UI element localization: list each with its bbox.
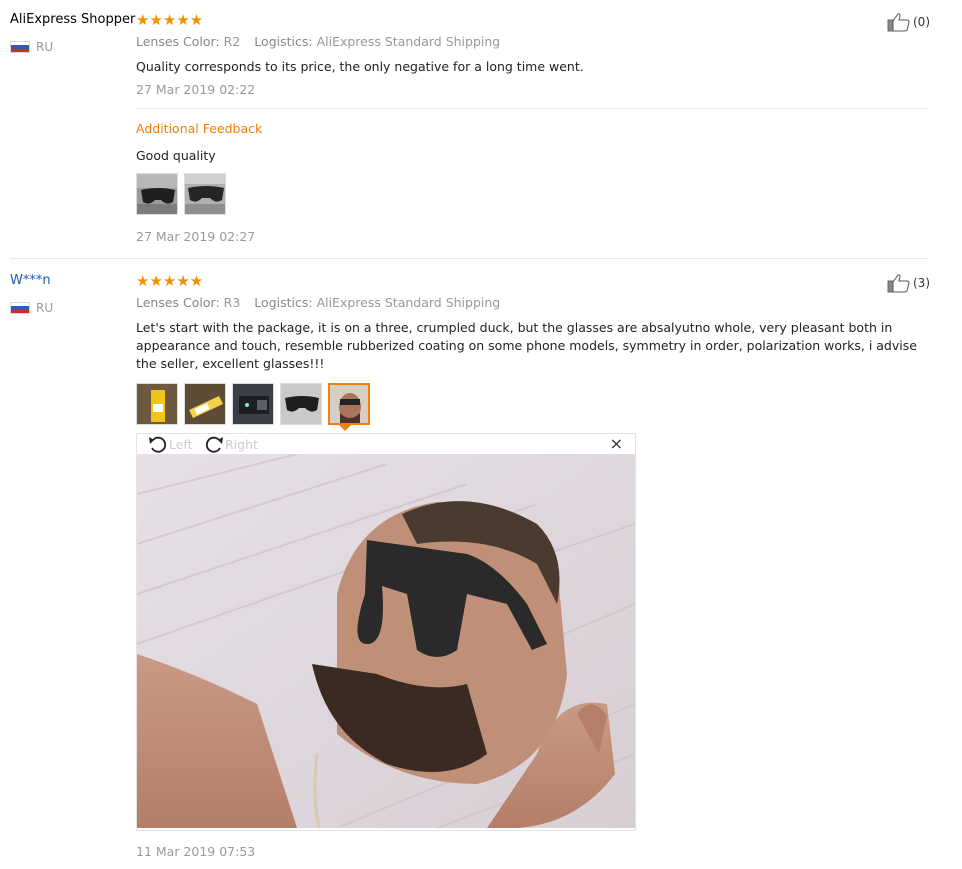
review-text: Let's start with the package, it is on a… [136, 320, 917, 371]
star-rating: ★★★★★ [136, 272, 204, 290]
lenses-value: R2 [223, 34, 241, 49]
review-photo-thumbnail[interactable] [184, 173, 226, 215]
logistics-value: AliExpress Standard Shipping [316, 295, 501, 310]
additional-feedback-text: Good quality [136, 148, 216, 163]
additional-photos [136, 173, 928, 215]
helpful-button[interactable]: (3) [887, 273, 930, 293]
reviewer-name: AliExpress Shopper [10, 12, 136, 27]
lenses-label: Lenses Color: [136, 34, 220, 49]
divider [136, 108, 928, 109]
rotate-right-label: Right [225, 436, 258, 452]
review-text: Quality corresponds to its price, the on… [136, 59, 584, 74]
helpful-count: (3) [913, 276, 930, 290]
star-rating: ★★★★★ [136, 11, 204, 29]
review-content: ★★★★★ Lenses Color: R3 Logistics: AliExp… [136, 273, 928, 425]
image-viewer: Left Right × [136, 433, 636, 831]
helpful-count: (0) [913, 15, 930, 29]
active-thumbnail-pointer [339, 425, 351, 431]
russia-flag-icon [10, 302, 30, 314]
review-photo-thumbnail-active[interactable] [328, 383, 370, 425]
review-photo-large [137, 454, 635, 828]
additional-feedback-date: 27 Mar 2019 02:27 [136, 229, 256, 244]
review-photo-thumbnail[interactable] [280, 383, 322, 425]
logistics-value: AliExpress Standard Shipping [316, 34, 501, 49]
reviewer-country: RU [10, 301, 135, 315]
review-date: 11 Mar 2019 07:53 [136, 844, 256, 859]
review-photo-thumbnail[interactable] [136, 383, 178, 425]
reviewer-info: W***n RU [10, 273, 135, 315]
logistics-label: Logistics: [254, 295, 313, 310]
reviewer-info: AliExpress Shopper RU [10, 12, 135, 54]
reviewer-country: RU [10, 40, 135, 54]
rotate-right-button[interactable]: Right [203, 435, 258, 453]
reviewer-name[interactable]: W***n [10, 273, 135, 289]
review-photo-thumbnail[interactable] [136, 173, 178, 215]
review-content: ★★★★★ Lenses Color: R2 Logistics: AliExp… [136, 12, 928, 245]
helpful-button[interactable]: (0) [887, 12, 930, 32]
russia-flag-icon [10, 41, 30, 53]
review-attributes: Lenses Color: R3 Logistics: AliExpress S… [136, 295, 928, 311]
thumbs-up-icon [887, 13, 910, 32]
additional-feedback-label: Additional Feedback [136, 121, 263, 136]
rotate-left-label: Left [169, 436, 193, 452]
rotate-right-icon [205, 436, 223, 453]
review-divider [10, 258, 928, 259]
review-photo-thumbnail[interactable] [232, 383, 274, 425]
review-date: 27 Mar 2019 02:22 [136, 82, 256, 97]
lenses-label: Lenses Color: [136, 295, 220, 310]
rotate-left-icon [149, 436, 167, 453]
review-attributes: Lenses Color: R2 Logistics: AliExpress S… [136, 34, 928, 50]
rotate-left-button[interactable]: Left [147, 435, 193, 453]
country-code: RU [36, 301, 54, 315]
close-icon[interactable]: × [610, 436, 623, 452]
review-photo-thumbnail[interactable] [184, 383, 226, 425]
review-photos [136, 383, 928, 425]
logistics-label: Logistics: [254, 34, 313, 49]
lenses-value: R3 [223, 295, 241, 310]
viewer-toolbar: Left Right × [137, 434, 635, 454]
country-code: RU [36, 40, 54, 54]
thumbs-up-icon [887, 274, 910, 293]
